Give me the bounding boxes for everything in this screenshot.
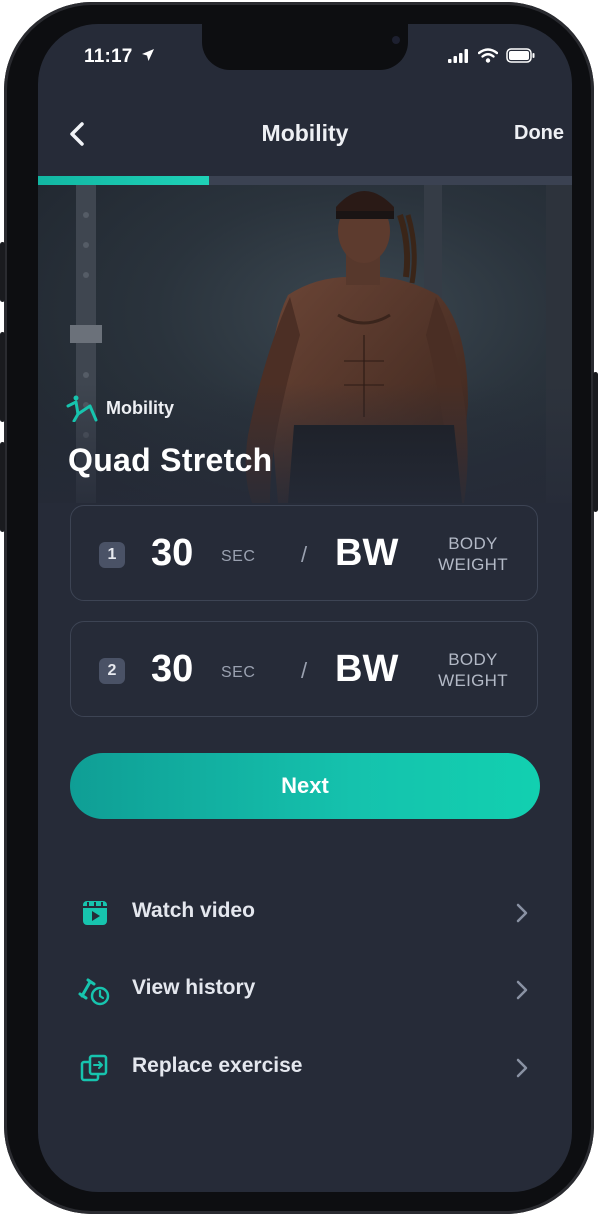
notch	[202, 24, 408, 70]
side-button	[0, 242, 5, 302]
chevron-right-icon	[516, 1058, 528, 1078]
chevron-right-icon	[516, 980, 528, 1000]
nav-bar: Mobility Done	[38, 110, 572, 160]
set-duration-unit: SEC	[221, 548, 256, 565]
app-screen: 11:17 Mobility Done Mobility Quad Stretc…	[38, 24, 572, 1192]
set-weight-unit-line1: BODY	[448, 650, 498, 669]
set-weight-unit: BODY WEIGHT	[433, 649, 513, 691]
chevron-right-icon	[516, 903, 528, 923]
set-card[interactable]: 1 30 SEC / BW BODY WEIGHT	[70, 505, 538, 601]
volume-up-button	[0, 332, 5, 422]
set-weight-unit-line1: BODY	[448, 534, 498, 553]
replace-icon	[80, 1054, 108, 1082]
cellular-signal-icon	[448, 49, 468, 63]
set-weight-value: BW	[335, 648, 399, 690]
workout-progress-bar	[38, 176, 572, 185]
set-number-badge: 1	[99, 542, 125, 568]
set-duration-value: 30	[151, 532, 194, 574]
menu-item-view-history[interactable]: View history	[78, 970, 538, 1010]
phone-frame: 11:17 Mobility Done Mobility Quad Stretc…	[0, 2, 598, 1214]
set-separator: /	[301, 542, 308, 567]
menu-item-label: Watch video	[132, 899, 255, 922]
wifi-icon	[478, 48, 498, 63]
status-icons	[448, 48, 536, 63]
status-time-label: 11:17	[84, 46, 133, 67]
set-card[interactable]: 2 30 SEC / BW BODY WEIGHT	[70, 621, 538, 717]
nav-title: Mobility	[261, 120, 349, 146]
set-weight-unit: BODY WEIGHT	[433, 533, 513, 575]
battery-icon	[506, 48, 535, 63]
volume-down-button	[0, 442, 5, 532]
exercise-category-label: Mobility	[106, 397, 174, 418]
history-icon	[78, 978, 110, 1006]
menu-item-label: Replace exercise	[132, 1054, 303, 1077]
set-weight-unit-line2: WEIGHT	[438, 555, 508, 574]
done-button[interactable]: Done	[514, 122, 564, 145]
exercise-category: Mobility	[66, 394, 174, 422]
workout-progress-fill	[38, 176, 209, 185]
next-button[interactable]: Next	[70, 753, 540, 819]
power-button	[593, 372, 598, 512]
mobility-icon	[66, 395, 98, 422]
set-separator: /	[301, 658, 308, 683]
exercise-title: Quad Stretch	[68, 442, 273, 478]
set-weight-value: BW	[335, 532, 399, 574]
set-number-badge: 2	[99, 658, 125, 684]
location-arrow-icon	[142, 49, 155, 61]
menu-item-watch-video[interactable]: Watch video	[78, 893, 538, 933]
status-time: 11:17	[84, 46, 155, 68]
video-icon	[83, 901, 107, 925]
set-duration-unit: SEC	[221, 664, 256, 681]
set-weight-unit-line2: WEIGHT	[438, 671, 508, 690]
camera	[392, 36, 400, 44]
menu-item-label: View history	[132, 976, 256, 999]
menu-item-replace-exercise[interactable]: Replace exercise	[78, 1048, 538, 1088]
set-duration-value: 30	[151, 648, 194, 690]
